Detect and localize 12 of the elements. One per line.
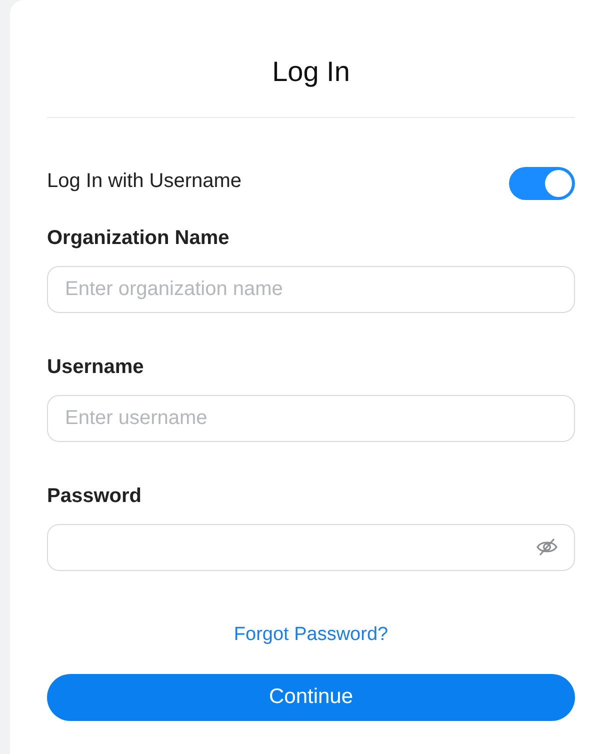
page-title: Log In (271, 55, 351, 89)
input-field[interactable]: Enter organization name (47, 266, 575, 313)
forgot-password-link[interactable]: Forgot Password? (234, 621, 388, 650)
toggle-label: Log In with Username (47, 168, 242, 194)
input-field[interactable]: Enter username (47, 395, 575, 442)
field-label: Organization Name (47, 226, 230, 251)
field-label: Password (47, 484, 142, 509)
password-field[interactable] (47, 524, 575, 571)
continue-button[interactable]: Continue (47, 674, 575, 720)
username-toggle[interactable] (509, 167, 575, 200)
hide-password-icon[interactable] (536, 537, 558, 557)
field-label: Username (47, 355, 145, 380)
